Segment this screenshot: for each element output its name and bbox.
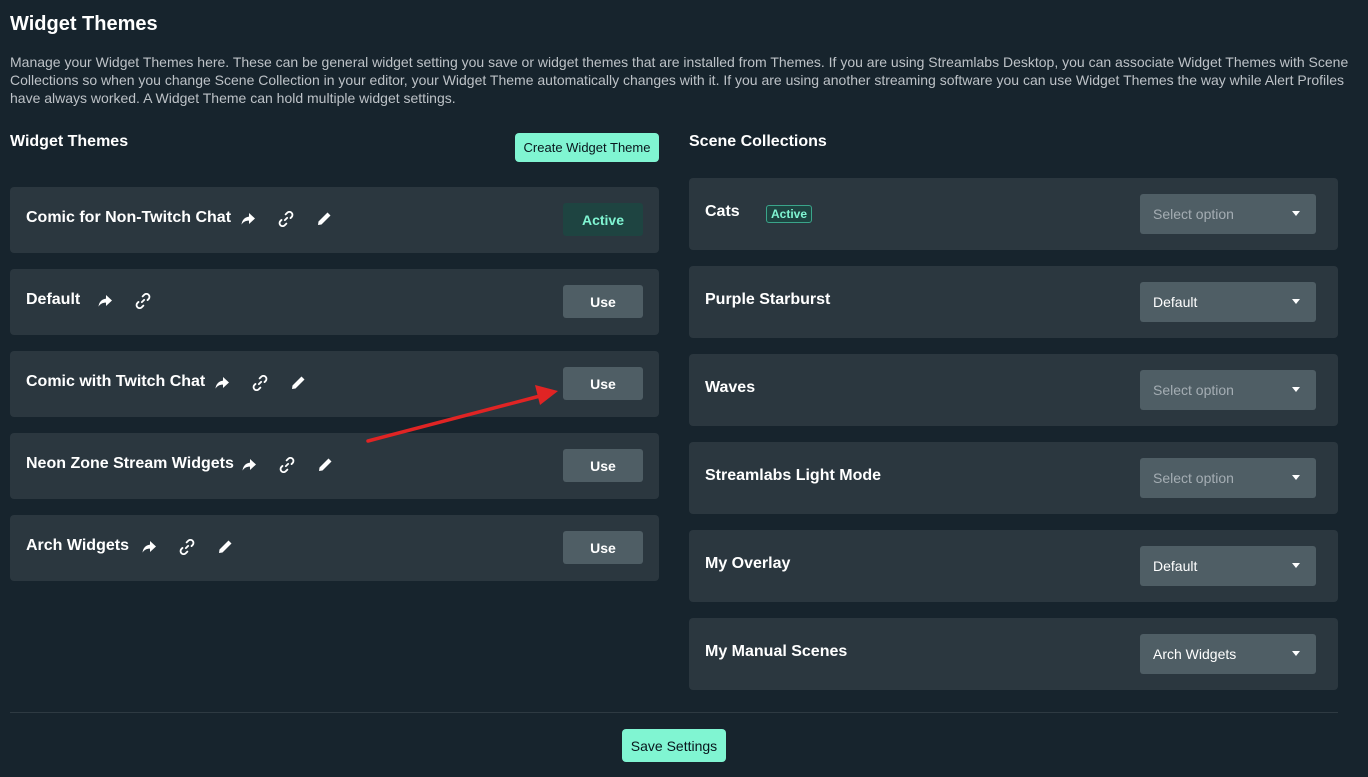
- scene-card-my-manual-scenes: My Manual Scenes Arch Widgets: [689, 618, 1338, 690]
- scene-card-my-overlay: My Overlay Default: [689, 530, 1338, 602]
- share-icon[interactable]: [96, 292, 114, 310]
- share-icon[interactable]: [213, 374, 231, 392]
- share-icon[interactable]: [240, 456, 258, 474]
- scene-name: My Manual Scenes: [705, 643, 848, 660]
- edit-icon[interactable]: [289, 374, 307, 392]
- use-theme-button[interactable]: Use: [563, 449, 643, 482]
- theme-name: Default: [26, 291, 81, 308]
- save-settings-button[interactable]: Save Settings: [622, 729, 726, 762]
- scene-name: Cats: [705, 203, 740, 220]
- chevron-down-icon: [1292, 387, 1300, 392]
- select-value: Arch Widgets: [1153, 646, 1237, 662]
- scene-name: Purple Starburst: [705, 291, 831, 308]
- link-icon[interactable]: [277, 210, 295, 228]
- link-icon[interactable]: [251, 374, 269, 392]
- theme-card-default: Default Use: [10, 269, 659, 335]
- edit-icon[interactable]: [316, 456, 334, 474]
- theme-card-neon-zone: Neon Zone Stream Widgets Use: [10, 433, 659, 499]
- theme-select-dropdown[interactable]: Select option: [1140, 370, 1316, 410]
- chevron-down-icon: [1292, 651, 1300, 656]
- theme-select-dropdown[interactable]: Default: [1140, 282, 1316, 322]
- theme-card-arch-widgets: Arch Widgets Use: [10, 515, 659, 581]
- theme-select-dropdown[interactable]: Default: [1140, 546, 1316, 586]
- theme-name: Neon Zone Stream Widgets: [26, 455, 234, 472]
- select-value: Default: [1153, 558, 1198, 574]
- scene-card-waves: Waves Select option: [689, 354, 1338, 426]
- use-theme-button[interactable]: Use: [563, 285, 643, 318]
- select-value: Select option: [1153, 470, 1234, 486]
- use-theme-button[interactable]: Use: [563, 367, 643, 400]
- chevron-down-icon: [1292, 299, 1300, 304]
- chevron-down-icon: [1292, 211, 1300, 216]
- scene-card-purple-starburst: Purple Starburst Default: [689, 266, 1338, 338]
- page-title: Widget Themes: [10, 13, 158, 35]
- select-value: Select option: [1153, 382, 1234, 398]
- theme-card-comic-non-twitch: Comic for Non-Twitch Chat Active: [10, 187, 659, 253]
- edit-icon[interactable]: [216, 538, 234, 556]
- chevron-down-icon: [1292, 475, 1300, 480]
- select-value: Select option: [1153, 206, 1234, 222]
- scene-name: Waves: [705, 379, 756, 396]
- chevron-down-icon: [1292, 563, 1300, 568]
- active-badge: Active: [766, 205, 813, 223]
- share-icon[interactable]: [239, 210, 257, 228]
- scene-card-streamlabs-light-mode: Streamlabs Light Mode Select option: [689, 442, 1338, 514]
- create-widget-theme-button[interactable]: Create Widget Theme: [515, 133, 659, 162]
- edit-icon[interactable]: [315, 210, 333, 228]
- page-description: Manage your Widget Themes here. These ca…: [10, 54, 1349, 106]
- select-value: Default: [1153, 294, 1198, 310]
- share-icon[interactable]: [140, 538, 158, 556]
- active-theme-button[interactable]: Active: [563, 203, 643, 236]
- link-icon[interactable]: [134, 292, 152, 310]
- link-icon[interactable]: [178, 538, 196, 556]
- theme-select-dropdown[interactable]: Select option: [1140, 194, 1316, 234]
- widget-themes-heading: Widget Themes: [10, 133, 129, 150]
- use-theme-button[interactable]: Use: [563, 531, 643, 564]
- scene-name: Streamlabs Light Mode: [705, 467, 882, 484]
- footer-divider: [10, 712, 1338, 713]
- link-icon[interactable]: [278, 456, 296, 474]
- theme-select-dropdown[interactable]: Arch Widgets: [1140, 634, 1316, 674]
- scene-card-cats: Cats Active Select option: [689, 178, 1338, 250]
- theme-name: Comic with Twitch Chat: [26, 373, 206, 390]
- scene-collections-heading: Scene Collections: [689, 133, 827, 150]
- theme-name: Arch Widgets: [26, 537, 129, 554]
- theme-card-comic-twitch: Comic with Twitch Chat Use: [10, 351, 659, 417]
- scene-name: My Overlay: [705, 555, 791, 572]
- theme-select-dropdown[interactable]: Select option: [1140, 458, 1316, 498]
- theme-name: Comic for Non-Twitch Chat: [26, 209, 232, 226]
